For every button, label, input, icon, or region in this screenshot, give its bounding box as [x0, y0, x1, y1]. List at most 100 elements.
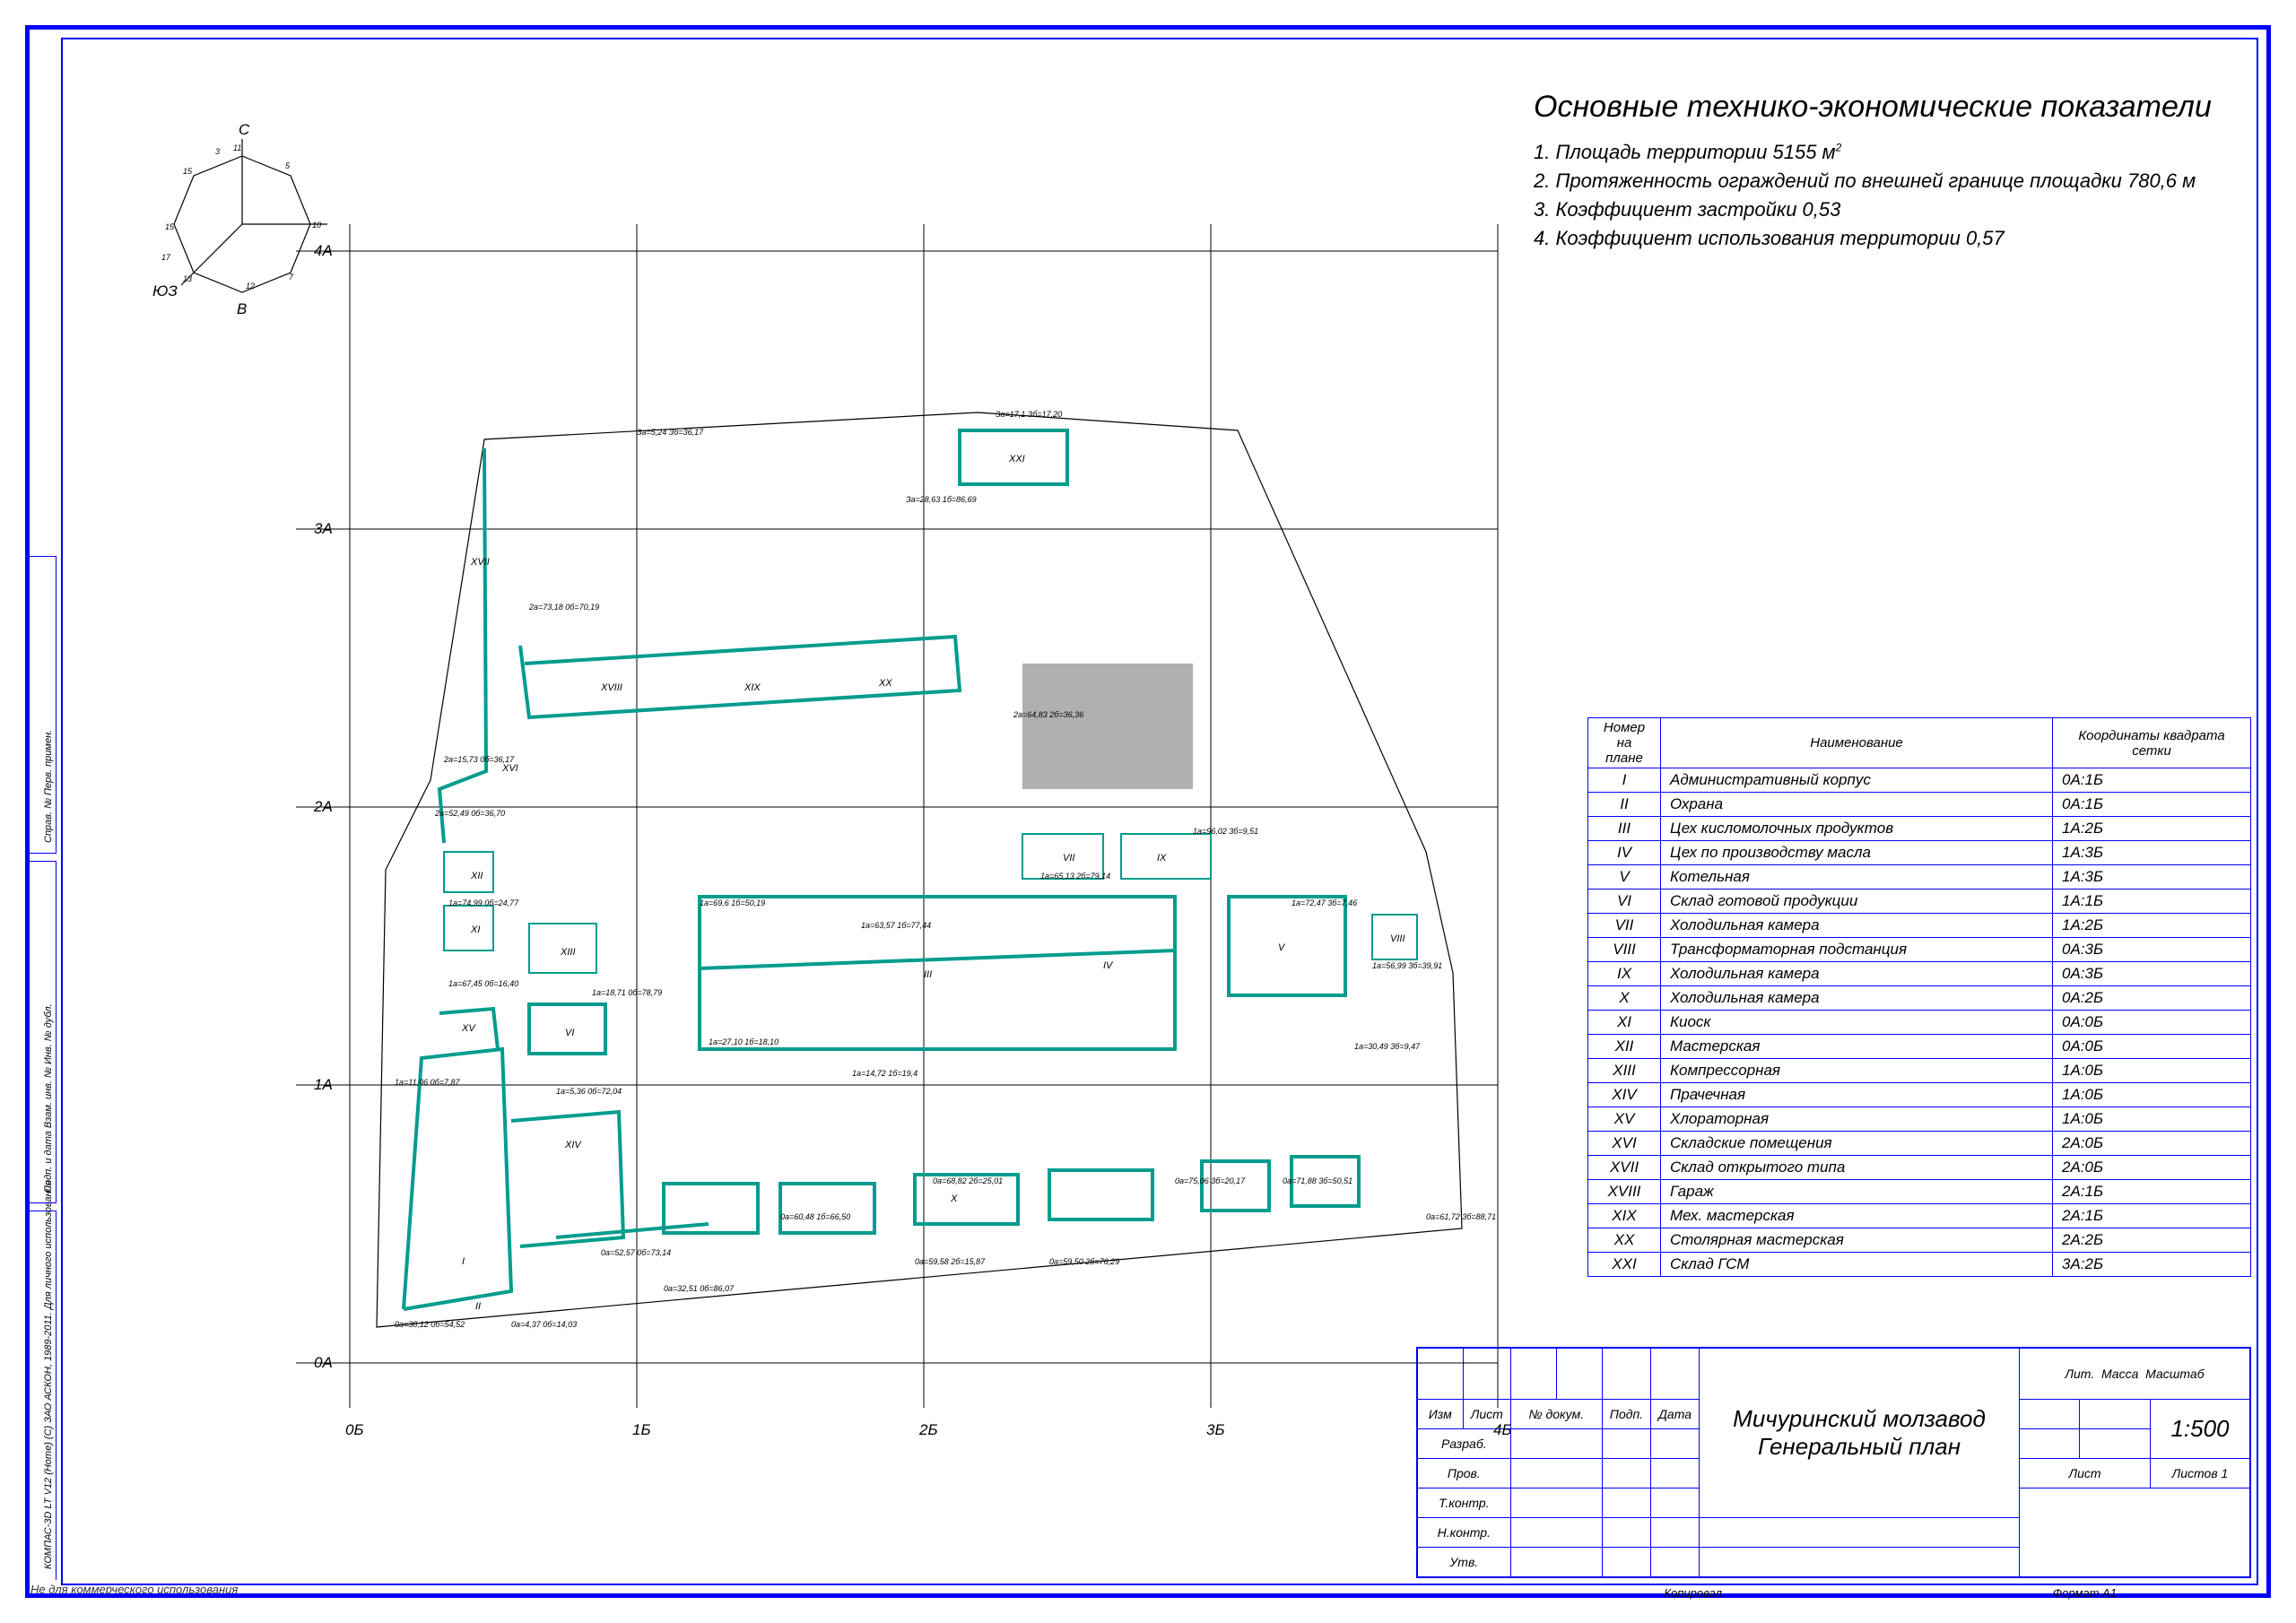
indicator-1: 1. Площадь территории 5155 м2	[1534, 141, 2251, 164]
svg-text:1а=14,72 1б=19,4: 1а=14,72 1б=19,4	[852, 1069, 918, 1078]
svg-text:I: I	[462, 1256, 465, 1267]
svg-text:0а=71,88 3б=50,51: 0а=71,88 3б=50,51	[1283, 1176, 1352, 1185]
footer-kopiroval: Копировал	[1664, 1586, 1722, 1600]
expl-head-num: Номер на плане	[1588, 718, 1661, 768]
dimension-labels: За=5,24 Зб=36,17 За=17,1 Зб=17,20 За=28,…	[395, 410, 1496, 1329]
table-row: XVIСкладские помещения2А:0Б	[1588, 1132, 2251, 1156]
table-row: XVIIСклад открытого типа2А:0Б	[1588, 1156, 2251, 1180]
table-row: IIОхрана0А:1Б	[1588, 793, 2251, 817]
table-row: XIIIКомпрессорная1А:0Б	[1588, 1059, 2251, 1083]
side-text-1: КОМПАС-3D LT V12 (Home) (С) ЗАО АСКОН, 1…	[43, 1180, 54, 1569]
svg-text:X: X	[950, 1193, 958, 1204]
site-boundary	[377, 412, 1462, 1327]
svg-text:15: 15	[165, 222, 175, 231]
expl-head-coord: Координаты квадрата сетки	[2053, 718, 2251, 768]
svg-text:1а=27,10 1б=18,10: 1а=27,10 1б=18,10	[709, 1037, 778, 1046]
svg-text:1А: 1А	[314, 1076, 333, 1093]
svg-text:5: 5	[285, 161, 291, 170]
svg-text:0а=59,50 2б=76,29: 0а=59,50 2б=76,29	[1049, 1257, 1119, 1266]
table-row: IXХолодильная камера0А:3Б	[1588, 962, 2251, 986]
table-row: XХолодильная камера0А:2Б	[1588, 986, 2251, 1011]
footer-format: Формат А1	[2053, 1586, 2117, 1600]
svg-text:12: 12	[246, 282, 255, 291]
svg-text:XIV: XIV	[564, 1140, 582, 1150]
svg-text:2а=52,49 0б=36,70: 2а=52,49 0б=36,70	[434, 809, 505, 818]
table-row: VIIIТрансформаторная подстанция0А:3Б	[1588, 938, 2251, 962]
existing-block	[1022, 664, 1193, 789]
table-row: XVХлораторная1А:0Б	[1588, 1107, 2251, 1132]
svg-text:II: II	[475, 1301, 481, 1312]
svg-text:VI: VI	[565, 1028, 574, 1038]
compass-rose: С В ЮЗ 11 5 10 7 13 15 15 12 3 17	[152, 121, 327, 317]
svg-text:XX: XX	[878, 678, 892, 689]
svg-text:В: В	[237, 300, 247, 317]
svg-text:4А: 4А	[314, 242, 333, 259]
svg-text:7: 7	[289, 273, 294, 282]
svg-text:0а=52,57 0б=73,14: 0а=52,57 0б=73,14	[601, 1248, 671, 1257]
table-row: XVIIIГараж2А:1Б	[1588, 1180, 2251, 1204]
svg-text:VII: VII	[1063, 853, 1074, 864]
svg-text:2Б: 2Б	[918, 1421, 938, 1438]
indicator-2: 2. Протяженность ограждений по внешней г…	[1534, 169, 2251, 193]
svg-text:XVII: XVII	[470, 557, 490, 568]
svg-text:1а=63,57 1б=77,44: 1а=63,57 1б=77,44	[861, 921, 931, 930]
svg-text:1а=72,47 3б=7,46: 1а=72,47 3б=7,46	[1292, 898, 1357, 907]
svg-text:0а=59,58 2б=15,87: 0а=59,58 2б=15,87	[915, 1257, 986, 1266]
explication-table: Номер на плане Наименование Координаты к…	[1587, 717, 2251, 1277]
svg-text:За=28,63 1б=86,69: За=28,63 1б=86,69	[906, 495, 977, 504]
svg-text:V: V	[1278, 942, 1286, 953]
svg-text:IX: IX	[1157, 853, 1167, 864]
side-text-3: Справ. № Перв. примен.	[43, 730, 54, 843]
table-row: XXСтолярная мастерская2А:2Б	[1588, 1228, 2251, 1253]
svg-text:1а=30,49 3б=9,47: 1а=30,49 3б=9,47	[1354, 1042, 1421, 1051]
svg-text:С: С	[239, 121, 250, 138]
table-row: VКотельная1А:3Б	[1588, 865, 2251, 890]
svg-text:III: III	[924, 969, 932, 980]
indicators-title: Основные технико-экономические показател…	[1534, 90, 2251, 125]
table-row: VIСклад готовой продукции1А:1Б	[1588, 890, 2251, 914]
stamp-scale: 1:500	[2151, 1400, 2250, 1459]
svg-text:XIII: XIII	[560, 947, 576, 958]
svg-text:3А: 3А	[314, 520, 333, 537]
svg-text:3: 3	[215, 147, 220, 156]
svg-text:IV: IV	[1103, 960, 1114, 971]
indicator-4: 4. Коэффициент использования территории …	[1534, 227, 2251, 250]
svg-text:2а=64,83 2б=36,36: 2а=64,83 2б=36,36	[1013, 710, 1083, 719]
svg-text:1а=18,71 0б=78,79: 1а=18,71 0б=78,79	[592, 988, 662, 997]
svg-text:1а=65,13 2б=79,14: 1а=65,13 2б=79,14	[1040, 872, 1110, 881]
table-row: IАдминистративный корпус0А:1Б	[1588, 768, 2251, 793]
svg-text:1а=96,02 3б=9,51: 1а=96,02 3б=9,51	[1193, 827, 1258, 836]
svg-text:XIX: XIX	[744, 682, 761, 693]
svg-text:1а=69,6 1б=50,19: 1а=69,6 1б=50,19	[700, 898, 765, 907]
svg-text:11: 11	[233, 143, 241, 152]
table-row: XXIСклад ГСМ3А:2Б	[1588, 1253, 2251, 1277]
expl-head-name: Наименование	[1661, 718, 2053, 768]
svg-text:2а=15,73 0б=36,17: 2а=15,73 0б=36,17	[443, 755, 515, 764]
svg-text:За=5,24 Зб=36,17: За=5,24 Зб=36,17	[637, 428, 704, 437]
indicators-block: Основные технико-экономические показател…	[1534, 90, 2251, 256]
svg-text:XXI: XXI	[1008, 454, 1025, 464]
table-row: XIIМастерская0А:0Б	[1588, 1035, 2251, 1059]
svg-text:2а=73,18 0б=70,19: 2а=73,18 0б=70,19	[528, 603, 599, 612]
svg-text:За=17,1 Зб=17,20: За=17,1 Зб=17,20	[996, 410, 1062, 419]
svg-text:0а=4,37 0б=14,03: 0а=4,37 0б=14,03	[511, 1320, 577, 1329]
engineering-drawing-sheet: КОМПАС-3D LT V12 (Home) (С) ЗАО АСКОН, 1…	[0, 0, 2296, 1623]
svg-text:0а=60,48 1б=66,50: 0а=60,48 1б=66,50	[780, 1212, 850, 1221]
table-row: IVЦех по производству масла1А:3Б	[1588, 841, 2251, 865]
table-row: XIVПрачечная1А:0Б	[1588, 1083, 2251, 1107]
svg-text:10: 10	[312, 221, 321, 230]
svg-text:15: 15	[183, 167, 193, 176]
side-text-2: Подп. и дата Взам. инв. № Инв. № дубл.	[43, 1003, 54, 1193]
svg-text:1а=74,99 0б=24,77: 1а=74,99 0б=24,77	[448, 898, 519, 907]
svg-text:0а=68,82 2б=25,01: 0а=68,82 2б=25,01	[933, 1176, 1003, 1185]
svg-text:VIII: VIII	[1390, 933, 1405, 944]
svg-text:0а=38,12 0б=54,52: 0а=38,12 0б=54,52	[395, 1320, 465, 1329]
site-plan-drawing: С В ЮЗ 11 5 10 7 13 15 15 12 3 17	[117, 72, 1587, 1497]
table-row: XIКиоск0А:0Б	[1588, 1011, 2251, 1035]
svg-text:XI: XI	[470, 924, 480, 935]
table-row: IIIЦех кисломолочных продуктов1А:2Б	[1588, 817, 2251, 841]
svg-text:XVI: XVI	[501, 763, 518, 774]
table-row: XIXМех. мастерская2А:1Б	[1588, 1204, 2251, 1228]
svg-text:0а=32,51 0б=86,07: 0а=32,51 0б=86,07	[664, 1284, 735, 1293]
svg-text:1а=67,45 0б=16,40: 1а=67,45 0б=16,40	[448, 979, 518, 988]
